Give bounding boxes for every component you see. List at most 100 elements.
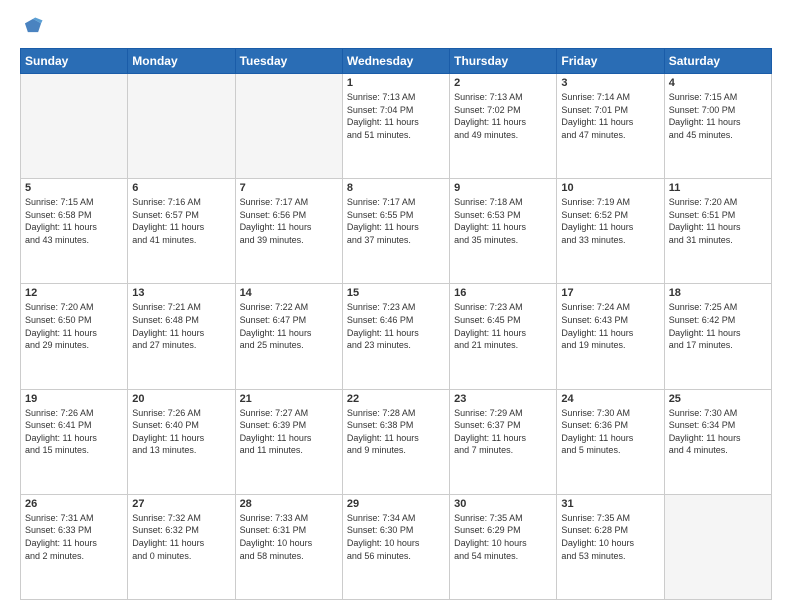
calendar-cell: 18 Sunrise: 7:25 AM Sunset: 6:42 PM Dayli… xyxy=(664,284,771,389)
day-number: 26 xyxy=(25,498,123,510)
day-number: 7 xyxy=(240,182,338,194)
calendar-cell: 22 Sunrise: 7:28 AM Sunset: 6:38 PM Dayli… xyxy=(342,389,449,494)
calendar-cell: 8 Sunrise: 7:17 AM Sunset: 6:55 PM Daylig… xyxy=(342,179,449,284)
day-info: Sunrise: 7:27 AM Sunset: 6:39 PM Dayligh… xyxy=(240,407,338,457)
day-info: Sunrise: 7:26 AM Sunset: 6:41 PM Dayligh… xyxy=(25,407,123,457)
calendar-cell: 31Sunrise: 7:35 AM Sunset: 6:28 PM Dayli… xyxy=(557,494,664,599)
calendar-cell: 27 Sunrise: 7:32 AM Sunset: 6:32 PM Dayli… xyxy=(128,494,235,599)
day-number: 14 xyxy=(240,287,338,299)
weekday-header-cell: Monday xyxy=(128,49,235,74)
calendar-week-row: 26 Sunrise: 7:31 AM Sunset: 6:33 PM Dayli… xyxy=(21,494,772,599)
calendar-cell: 17 Sunrise: 7:24 AM Sunset: 6:43 PM Dayli… xyxy=(557,284,664,389)
calendar-cell: 13 Sunrise: 7:21 AM Sunset: 6:48 PM Dayli… xyxy=(128,284,235,389)
day-number: 20 xyxy=(132,393,230,405)
day-info: Sunrise: 7:23 AM Sunset: 6:46 PM Dayligh… xyxy=(347,301,445,351)
weekday-header-cell: Tuesday xyxy=(235,49,342,74)
day-info: Sunrise: 7:32 AM Sunset: 6:32 PM Dayligh… xyxy=(132,512,230,562)
day-info: Sunrise: 7:18 AM Sunset: 6:53 PM Dayligh… xyxy=(454,196,552,246)
day-number: 10 xyxy=(561,182,659,194)
day-info: Sunrise: 7:31 AM Sunset: 6:33 PM Dayligh… xyxy=(25,512,123,562)
day-info: Sunrise: 7:24 AM Sunset: 6:43 PM Dayligh… xyxy=(561,301,659,351)
day-number: 19 xyxy=(25,393,123,405)
day-info: Sunrise: 7:20 AM Sunset: 6:50 PM Dayligh… xyxy=(25,301,123,351)
weekday-header: SundayMondayTuesdayWednesdayThursdayFrid… xyxy=(21,49,772,74)
day-number: 15 xyxy=(347,287,445,299)
calendar-cell: 30 Sunrise: 7:35 AM Sunset: 6:29 PM Dayli… xyxy=(450,494,557,599)
day-info: Sunrise: 7:21 AM Sunset: 6:48 PM Dayligh… xyxy=(132,301,230,351)
day-number: 21 xyxy=(240,393,338,405)
day-number: 28 xyxy=(240,498,338,510)
calendar-cell: 20 Sunrise: 7:26 AM Sunset: 6:40 PM Dayli… xyxy=(128,389,235,494)
day-number: 3 xyxy=(561,77,659,89)
day-number: 27 xyxy=(132,498,230,510)
calendar-cell: 21 Sunrise: 7:27 AM Sunset: 6:39 PM Dayli… xyxy=(235,389,342,494)
calendar-cell: 7 Sunrise: 7:17 AM Sunset: 6:56 PM Daylig… xyxy=(235,179,342,284)
day-number: 30 xyxy=(454,498,552,510)
calendar-cell: 11Sunrise: 7:20 AM Sunset: 6:51 PM Dayli… xyxy=(664,179,771,284)
calendar-cell: 4Sunrise: 7:15 AM Sunset: 7:00 PM Daylig… xyxy=(664,74,771,179)
weekday-header-cell: Saturday xyxy=(664,49,771,74)
day-number: 24 xyxy=(561,393,659,405)
calendar-cell: 16Sunrise: 7:23 AM Sunset: 6:45 PM Dayli… xyxy=(450,284,557,389)
day-number: 23 xyxy=(454,393,552,405)
day-number: 17 xyxy=(561,287,659,299)
day-info: Sunrise: 7:29 AM Sunset: 6:37 PM Dayligh… xyxy=(454,407,552,457)
day-number: 22 xyxy=(347,393,445,405)
day-info: Sunrise: 7:17 AM Sunset: 6:55 PM Dayligh… xyxy=(347,196,445,246)
calendar-cell: 12 Sunrise: 7:20 AM Sunset: 6:50 PM Dayli… xyxy=(21,284,128,389)
page: SundayMondayTuesdayWednesdayThursdayFrid… xyxy=(0,0,792,612)
day-info: Sunrise: 7:17 AM Sunset: 6:56 PM Dayligh… xyxy=(240,196,338,246)
day-number: 18 xyxy=(669,287,767,299)
day-info: Sunrise: 7:14 AM Sunset: 7:01 PM Dayligh… xyxy=(561,91,659,141)
day-number: 13 xyxy=(132,287,230,299)
calendar-cell: 14 Sunrise: 7:22 AM Sunset: 6:47 PM Dayli… xyxy=(235,284,342,389)
calendar-cell: 1Sunrise: 7:13 AM Sunset: 7:04 PM Daylig… xyxy=(342,74,449,179)
day-info: Sunrise: 7:26 AM Sunset: 6:40 PM Dayligh… xyxy=(132,407,230,457)
day-number: 16 xyxy=(454,287,552,299)
calendar-cell xyxy=(21,74,128,179)
weekday-header-cell: Friday xyxy=(557,49,664,74)
day-info: Sunrise: 7:13 AM Sunset: 7:02 PM Dayligh… xyxy=(454,91,552,141)
day-info: Sunrise: 7:13 AM Sunset: 7:04 PM Dayligh… xyxy=(347,91,445,141)
calendar-cell: 23 Sunrise: 7:29 AM Sunset: 6:37 PM Dayli… xyxy=(450,389,557,494)
day-info: Sunrise: 7:30 AM Sunset: 6:34 PM Dayligh… xyxy=(669,407,767,457)
day-number: 8 xyxy=(347,182,445,194)
calendar-cell: 26 Sunrise: 7:31 AM Sunset: 6:33 PM Dayli… xyxy=(21,494,128,599)
day-info: Sunrise: 7:28 AM Sunset: 6:38 PM Dayligh… xyxy=(347,407,445,457)
calendar-cell xyxy=(128,74,235,179)
calendar-cell: 2 Sunrise: 7:13 AM Sunset: 7:02 PM Daylig… xyxy=(450,74,557,179)
day-info: Sunrise: 7:16 AM Sunset: 6:57 PM Dayligh… xyxy=(132,196,230,246)
calendar-week-row: 5 Sunrise: 7:15 AM Sunset: 6:58 PM Daylig… xyxy=(21,179,772,284)
day-info: Sunrise: 7:34 AM Sunset: 6:30 PM Dayligh… xyxy=(347,512,445,562)
calendar-cell: 10 Sunrise: 7:19 AM Sunset: 6:52 PM Dayli… xyxy=(557,179,664,284)
day-info: Sunrise: 7:35 AM Sunset: 6:29 PM Dayligh… xyxy=(454,512,552,562)
calendar-cell: 3 Sunrise: 7:14 AM Sunset: 7:01 PM Daylig… xyxy=(557,74,664,179)
day-number: 11 xyxy=(669,182,767,194)
day-info: Sunrise: 7:30 AM Sunset: 6:36 PM Dayligh… xyxy=(561,407,659,457)
day-info: Sunrise: 7:33 AM Sunset: 6:31 PM Dayligh… xyxy=(240,512,338,562)
day-number: 2 xyxy=(454,77,552,89)
weekday-header-cell: Sunday xyxy=(21,49,128,74)
day-info: Sunrise: 7:25 AM Sunset: 6:42 PM Dayligh… xyxy=(669,301,767,351)
day-info: Sunrise: 7:19 AM Sunset: 6:52 PM Dayligh… xyxy=(561,196,659,246)
calendar-cell: 15 Sunrise: 7:23 AM Sunset: 6:46 PM Dayli… xyxy=(342,284,449,389)
calendar-cell: 5 Sunrise: 7:15 AM Sunset: 6:58 PM Daylig… xyxy=(21,179,128,284)
day-number: 25 xyxy=(669,393,767,405)
calendar-week-row: 1Sunrise: 7:13 AM Sunset: 7:04 PM Daylig… xyxy=(21,74,772,179)
calendar-cell xyxy=(664,494,771,599)
logo xyxy=(20,16,48,38)
day-info: Sunrise: 7:22 AM Sunset: 6:47 PM Dayligh… xyxy=(240,301,338,351)
weekday-header-cell: Wednesday xyxy=(342,49,449,74)
day-number: 29 xyxy=(347,498,445,510)
day-number: 5 xyxy=(25,182,123,194)
calendar-cell: 25 Sunrise: 7:30 AM Sunset: 6:34 PM Dayli… xyxy=(664,389,771,494)
calendar-cell: 24 Sunrise: 7:30 AM Sunset: 6:36 PM Dayli… xyxy=(557,389,664,494)
day-info: Sunrise: 7:15 AM Sunset: 6:58 PM Dayligh… xyxy=(25,196,123,246)
calendar-cell xyxy=(235,74,342,179)
calendar-week-row: 19 Sunrise: 7:26 AM Sunset: 6:41 PM Dayli… xyxy=(21,389,772,494)
header xyxy=(20,16,772,38)
calendar-cell: 6Sunrise: 7:16 AM Sunset: 6:57 PM Daylig… xyxy=(128,179,235,284)
day-number: 9 xyxy=(454,182,552,194)
day-info: Sunrise: 7:15 AM Sunset: 7:00 PM Dayligh… xyxy=(669,91,767,141)
day-number: 12 xyxy=(25,287,123,299)
